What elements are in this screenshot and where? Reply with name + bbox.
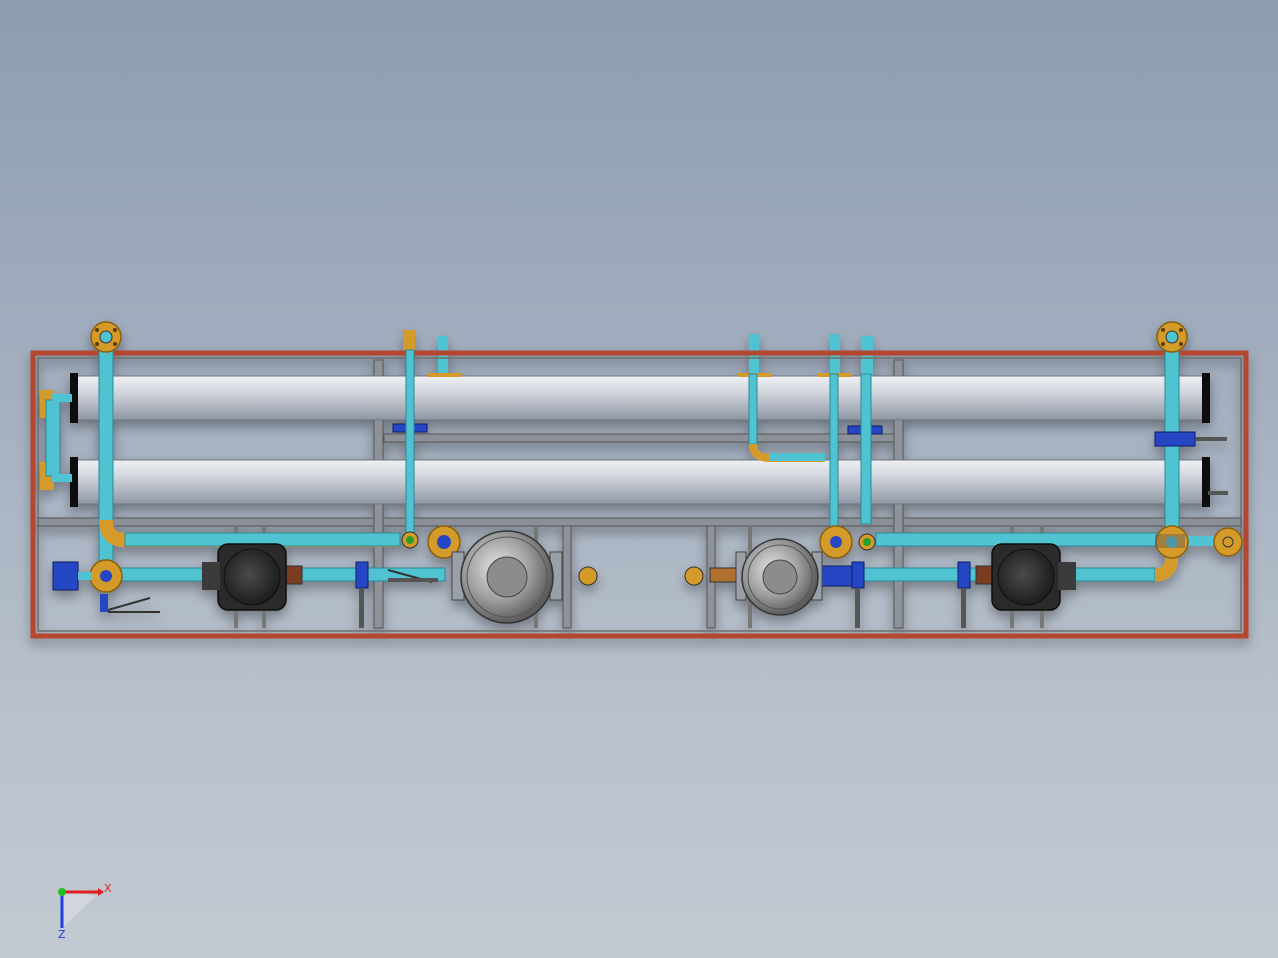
pump-motor-left[interactable]: [202, 543, 287, 611]
triad-x-label: X: [104, 882, 112, 895]
pressure-vessel-top[interactable]: [70, 373, 1210, 423]
skid-assembly[interactable]: [30, 321, 1249, 639]
pump-motor-right[interactable]: [991, 543, 1076, 611]
pressure-vessel-bottom[interactable]: [70, 457, 1210, 507]
coordinate-triad-icon: X Z: [58, 882, 112, 941]
filter-tank-left[interactable]: [451, 530, 563, 624]
model-viewport[interactable]: X Z: [0, 0, 1278, 958]
left-manifold[interactable]: [40, 390, 72, 490]
triad-z-label: Z: [58, 928, 66, 941]
